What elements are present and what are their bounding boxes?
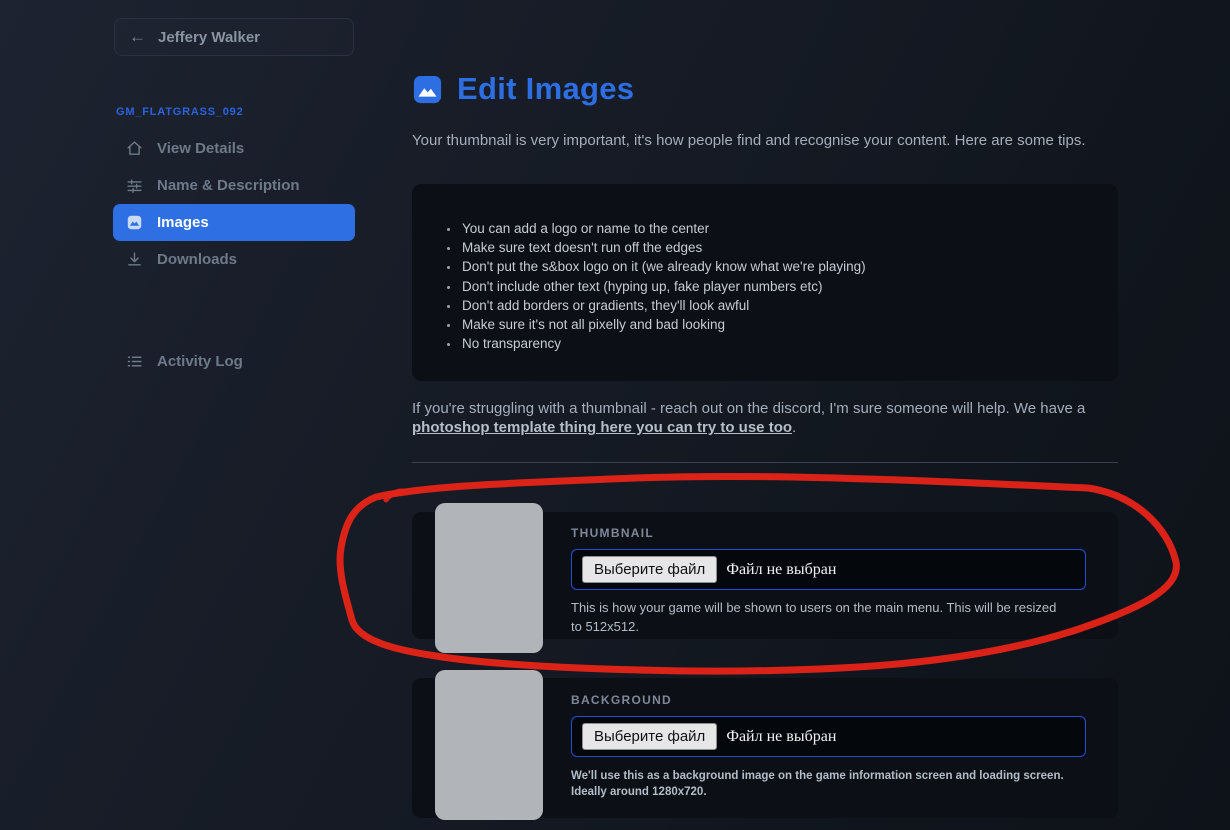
back-button-label: Jeffery Walker: [158, 28, 260, 46]
help-paragraph: If you're struggling with a thumbnail - …: [412, 399, 1118, 437]
background-preview-image: [435, 670, 543, 820]
sidebar-item-activity-log[interactable]: Activity Log: [113, 343, 355, 380]
thumbnail-label: THUMBNAIL: [571, 526, 655, 540]
sidebar: ← Jeffery Walker GM_FLATGRASS_092 View D…: [0, 0, 392, 830]
image-icon: [413, 75, 442, 103]
tip-item: You can add a logo or name to the center: [460, 219, 1118, 238]
image-icon: [126, 214, 143, 231]
home-icon: [126, 140, 143, 157]
sidebar-item-view-details[interactable]: View Details: [113, 130, 355, 167]
sidebar-footer-nav: Activity Log: [113, 343, 355, 380]
sidebar-item-downloads[interactable]: Downloads: [113, 241, 355, 278]
background-file-input[interactable]: Выберите файл Файл не выбран: [571, 716, 1086, 757]
thumbnail-section-content: THUMBNAIL Выберите файл Файл не выбран T…: [571, 512, 1101, 636]
sliders-icon: [126, 177, 143, 194]
help-text: If you're struggling with a thumbnail - …: [412, 400, 1086, 417]
sidebar-item-label: View Details: [157, 140, 245, 157]
tips-list: You can add a logo or name to the center…: [460, 219, 1118, 353]
file-status-text: Файл не выбран: [726, 727, 837, 745]
thumbnail-file-input[interactable]: Выберите файл Файл не выбран: [571, 549, 1086, 590]
sidebar-item-label: Name & Description: [157, 177, 300, 194]
intro-text: Your thumbnail is very important, it's h…: [412, 132, 1086, 149]
photoshop-template-link[interactable]: photoshop template thing here you can tr…: [412, 419, 792, 436]
sidebar-item-images[interactable]: Images: [113, 204, 355, 241]
file-status-text: Файл не выбран: [726, 560, 837, 578]
sidebar-item-label: Activity Log: [157, 353, 243, 370]
tip-item: Make sure it's not all pixelly and bad l…: [460, 315, 1118, 334]
project-label: GM_FLATGRASS_092: [116, 106, 244, 118]
tip-item: Don't put the s&box logo on it (we alrea…: [460, 257, 1118, 276]
thumbnail-preview-image: [435, 503, 543, 653]
tip-item: No transparency: [460, 334, 1118, 353]
sidebar-item-label: Images: [157, 214, 209, 231]
sidebar-nav: View Details Name & Description Images D…: [113, 130, 355, 278]
thumbnail-section: THUMBNAIL Выберите файл Файл не выбран T…: [412, 503, 1118, 653]
page-title-row: Edit Images: [412, 71, 634, 107]
divider: [412, 462, 1118, 463]
choose-file-button[interactable]: Выберите файл: [582, 723, 718, 750]
tip-item: Make sure text doesn't run off the edges: [460, 238, 1118, 257]
sidebar-item-name-description[interactable]: Name & Description: [113, 167, 355, 204]
page-title: Edit Images: [457, 71, 635, 106]
back-button[interactable]: ← Jeffery Walker: [114, 18, 354, 56]
tip-item: Don't add borders or gradients, they'll …: [460, 296, 1118, 315]
background-section-content: BACKGROUND Выберите файл Файл не выбран …: [571, 678, 1101, 800]
list-icon: [126, 353, 143, 370]
background-label: BACKGROUND: [571, 693, 672, 707]
choose-file-button[interactable]: Выберите файл: [582, 556, 718, 583]
background-section: BACKGROUND Выберите файл Файл не выбран …: [412, 670, 1118, 820]
background-description: We'll use this as a background image on …: [571, 770, 1064, 798]
sidebar-item-label: Downloads: [157, 251, 238, 268]
download-icon: [126, 251, 143, 268]
tips-panel: You can add a logo or name to the center…: [412, 184, 1118, 381]
tip-item: Don't include other text (hyping up, fak…: [460, 277, 1118, 296]
thumbnail-description: This is how your game will be shown to u…: [571, 600, 1057, 634]
help-text-suffix: .: [792, 419, 797, 436]
arrow-left-icon: ←: [129, 27, 146, 46]
